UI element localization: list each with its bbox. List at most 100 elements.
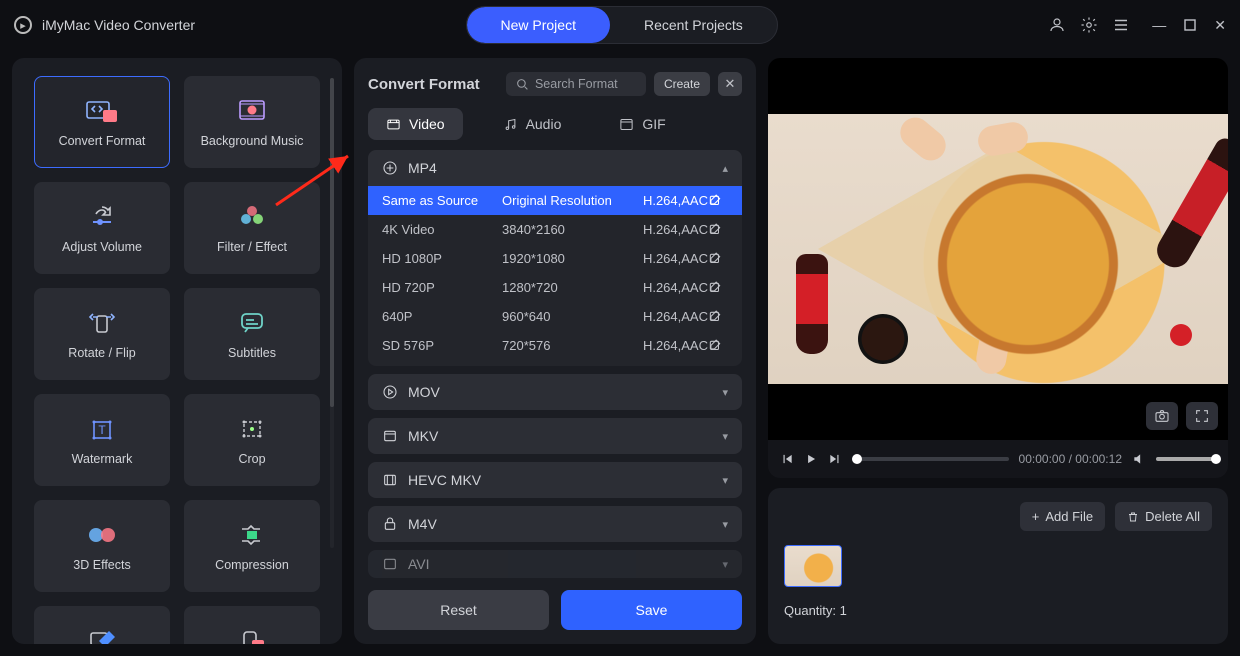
delete-all-button[interactable]: Delete All bbox=[1115, 502, 1212, 531]
file-panel: + Add File Delete All Quantity: 1 bbox=[768, 488, 1228, 644]
progress-bar[interactable] bbox=[852, 457, 1009, 461]
tools-scrollbar[interactable] bbox=[330, 78, 334, 548]
header-tab-pill: New Project Recent Projects bbox=[466, 6, 778, 44]
preset-edit-icon[interactable] bbox=[708, 310, 728, 324]
add-file-button[interactable]: + Add File bbox=[1020, 502, 1105, 531]
tool-subtitles[interactable]: Subtitles bbox=[184, 288, 320, 380]
app-logo-icon: ▸ bbox=[14, 16, 32, 34]
preset-edit-icon[interactable] bbox=[708, 194, 728, 208]
tool-icon bbox=[86, 520, 118, 550]
tool-label: Background Music bbox=[201, 134, 304, 148]
preset-row[interactable]: 640P 960*640 H.264,AAC bbox=[368, 302, 742, 331]
tool-rotate-flip[interactable]: Rotate / Flip bbox=[34, 288, 170, 380]
format-group-mkv[interactable]: MKV ▾ bbox=[368, 418, 742, 454]
preset-name: HD 720P bbox=[382, 280, 502, 295]
panel-title: Convert Format bbox=[368, 76, 480, 93]
tool-compression[interactable]: Compression bbox=[184, 500, 320, 592]
volume-slider[interactable] bbox=[1156, 457, 1216, 461]
tab-gif-label: GIF bbox=[642, 116, 665, 132]
preset-codec: H.264,AAC bbox=[620, 280, 708, 295]
preset-codec: H.264,AAC bbox=[620, 338, 708, 353]
preset-name: HD 1080P bbox=[382, 251, 502, 266]
format-group-hevc-mkv[interactable]: HEVC MKV ▾ bbox=[368, 462, 742, 498]
tab-new-project[interactable]: New Project bbox=[467, 7, 610, 43]
reset-button[interactable]: Reset bbox=[368, 590, 549, 630]
preset-resolution: 960*640 bbox=[502, 309, 620, 324]
volume-icon[interactable] bbox=[1132, 452, 1146, 466]
tab-video[interactable]: Video bbox=[368, 108, 463, 140]
maximize-icon[interactable] bbox=[1184, 19, 1196, 31]
preset-edit-icon[interactable] bbox=[708, 281, 728, 295]
tool-label: Subtitles bbox=[228, 346, 276, 360]
play-icon[interactable] bbox=[804, 452, 818, 466]
search-input[interactable]: Search Format bbox=[506, 72, 646, 96]
user-icon[interactable] bbox=[1048, 16, 1066, 34]
preset-row[interactable]: HD 720P 1280*720 H.264,AAC bbox=[368, 273, 742, 302]
video-player: 00:00:00 / 00:00:12 bbox=[768, 58, 1228, 478]
tool-icon bbox=[238, 202, 266, 232]
tool-icon: T bbox=[88, 414, 116, 444]
preset-edit-icon[interactable] bbox=[708, 252, 728, 266]
tools-panel: Convert Format Background Music Adjust V… bbox=[12, 58, 342, 644]
preset-codec: H.264,AAC bbox=[620, 193, 708, 208]
tool-label: Convert Format bbox=[59, 134, 146, 148]
create-button[interactable]: Create bbox=[654, 72, 710, 96]
media-type-tabs: Video Audio GIF bbox=[368, 108, 742, 140]
tool-label: Filter / Effect bbox=[217, 240, 287, 254]
preset-codec: H.264,AAC bbox=[620, 251, 708, 266]
trash-icon bbox=[1127, 511, 1139, 523]
tool-id3[interactable]: ID3 bbox=[34, 606, 170, 644]
preset-edit-icon[interactable] bbox=[708, 339, 728, 353]
camera-icon[interactable] bbox=[1146, 402, 1178, 430]
playback-time: 00:00:00 / 00:00:12 bbox=[1019, 452, 1122, 466]
minimize-icon[interactable]: — bbox=[1152, 17, 1166, 33]
tool-filter-effect[interactable]: Filter / Effect bbox=[184, 182, 320, 274]
next-icon[interactable] bbox=[828, 452, 842, 466]
tool-screenshot[interactable]: Screenshot bbox=[184, 606, 320, 644]
prev-icon[interactable] bbox=[780, 452, 794, 466]
mp4-presets-list: Same as Source Original Resolution H.264… bbox=[368, 186, 742, 366]
tool-icon bbox=[238, 308, 266, 338]
preset-name: SD 576P bbox=[382, 338, 502, 353]
preset-resolution: 3840*2160 bbox=[502, 222, 620, 237]
tool-icon bbox=[87, 626, 117, 644]
format-group-hevc-mkv-label: HEVC MKV bbox=[408, 472, 481, 488]
plus-icon: + bbox=[1032, 509, 1040, 524]
preset-row[interactable]: SD 576P 720*576 H.264,AAC bbox=[368, 331, 742, 360]
preset-edit-icon[interactable] bbox=[708, 223, 728, 237]
close-panel-button[interactable]: ✕ bbox=[718, 72, 742, 96]
tool-adjust-volume[interactable]: Adjust Volume bbox=[34, 182, 170, 274]
save-button[interactable]: Save bbox=[561, 590, 742, 630]
tool-convert-format[interactable]: Convert Format bbox=[34, 76, 170, 168]
chevron-down-icon: ▾ bbox=[722, 558, 728, 571]
menu-icon[interactable] bbox=[1112, 16, 1130, 34]
format-group-m4v[interactable]: M4V ▾ bbox=[368, 506, 742, 542]
file-thumbnail[interactable] bbox=[784, 545, 842, 587]
format-group-mp4[interactable]: MP4 ▴ bbox=[368, 150, 742, 186]
tab-audio[interactable]: Audio bbox=[485, 108, 580, 140]
preset-row[interactable]: 4K Video 3840*2160 H.264,AAC bbox=[368, 215, 742, 244]
format-group-mov[interactable]: MOV ▾ bbox=[368, 374, 742, 410]
format-group-mov-label: MOV bbox=[408, 384, 440, 400]
tab-gif[interactable]: GIF bbox=[601, 108, 683, 140]
tool-watermark[interactable]: T Watermark bbox=[34, 394, 170, 486]
tool-background-music[interactable]: Background Music bbox=[184, 76, 320, 168]
window-controls: — ✕ bbox=[1152, 17, 1226, 34]
gear-icon[interactable] bbox=[1080, 16, 1098, 34]
tab-audio-label: Audio bbox=[526, 116, 562, 132]
preset-row[interactable]: HD 1080P 1920*1080 H.264,AAC bbox=[368, 244, 742, 273]
video-viewport[interactable] bbox=[768, 58, 1228, 440]
close-icon[interactable]: ✕ bbox=[1214, 17, 1226, 34]
format-group-m4v-label: M4V bbox=[408, 516, 437, 532]
preset-codec: H.264,AAC bbox=[620, 309, 708, 324]
preset-row[interactable]: Same as Source Original Resolution H.264… bbox=[368, 186, 742, 215]
format-group-avi[interactable]: AVI ▾ bbox=[368, 550, 742, 578]
player-controls: 00:00:00 / 00:00:12 bbox=[768, 440, 1228, 478]
tab-recent-projects[interactable]: Recent Projects bbox=[610, 7, 777, 43]
tool-3d-effects[interactable]: 3D Effects bbox=[34, 500, 170, 592]
preset-resolution: 1280*720 bbox=[502, 280, 620, 295]
tool-crop[interactable]: Crop bbox=[184, 394, 320, 486]
fullscreen-icon[interactable] bbox=[1186, 402, 1218, 430]
chevron-down-icon: ▾ bbox=[722, 386, 728, 399]
preset-row[interactable]: SD 480P 640*480 H.264,AAC bbox=[368, 360, 742, 366]
